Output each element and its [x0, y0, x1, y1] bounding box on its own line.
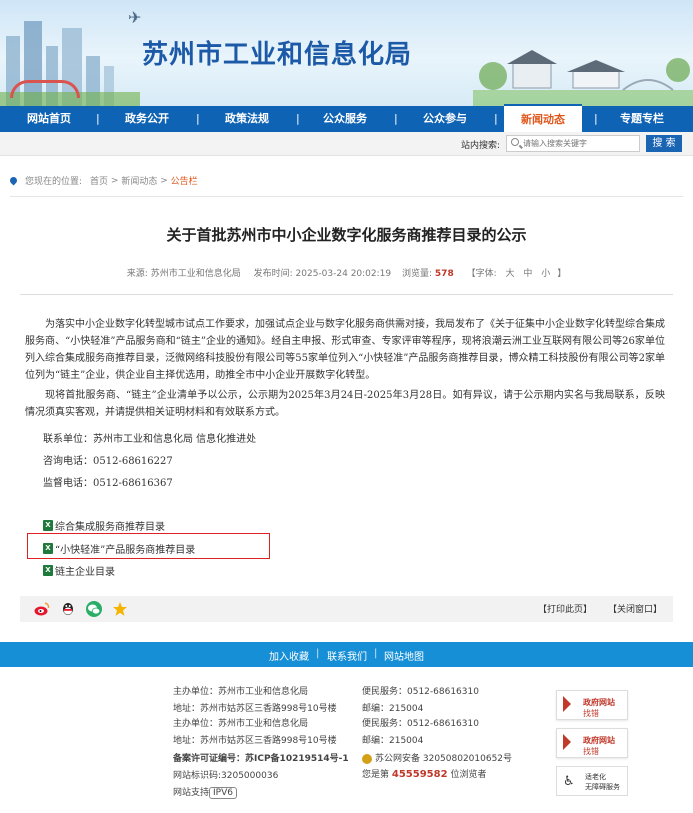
visitor-number: 45559582 — [391, 769, 448, 780]
police-badge-icon — [362, 753, 372, 764]
attachment-label[interactable]: 综合集成服务商推荐目录 — [55, 518, 165, 533]
footer-postcode: 邮编：215004 — [362, 736, 424, 746]
footer-link-sitemap[interactable]: 网站地图 — [384, 648, 424, 663]
footer-link-contact[interactable]: 联系我们 — [327, 648, 367, 663]
wheelchair-icon: ♿ — [563, 774, 575, 789]
divider — [10, 196, 683, 197]
print-page-link[interactable]: 【打印此页】 — [538, 602, 592, 615]
search-label: 站内搜索: — [461, 141, 501, 151]
footer-address: 地址：苏州市姑苏区三香路998号10号楼 — [173, 704, 337, 714]
breadcrumb-separator: > — [108, 175, 122, 186]
supervise-phone: 监督电话：0512-68616367 — [43, 478, 173, 489]
close-window-link[interactable]: 【关闭窗口】 — [608, 602, 662, 615]
source-value: 苏州市工业和信息化局 — [150, 269, 241, 279]
search-icon — [511, 138, 519, 146]
font-label: 【字体: — [466, 269, 497, 279]
search-box[interactable] — [506, 135, 640, 152]
font-large-button[interactable]: 大 — [506, 269, 515, 279]
qq-icon[interactable] — [60, 601, 76, 617]
location-pin-icon — [8, 175, 19, 186]
source-label: 来源: — [126, 269, 148, 279]
footer-host: 主办单位：苏州市工业和信息化局 — [173, 687, 309, 697]
article-paragraph-1: 为落实中小企业数字化转型城市试点工作要求，加强试点企业与数字化服务商供需对接，我… — [25, 319, 665, 381]
divider — [20, 294, 673, 295]
article-paragraph-2: 现将首批服务商、“链主”企业清单予以公示，公示期为2025年3月24日-2025… — [25, 390, 665, 418]
site-title: 苏州市工业和信息化局 — [142, 40, 413, 70]
font-close: 】 — [557, 269, 567, 279]
accessibility-service-badge[interactable]: ♿ 适老化 无障碍服务 — [556, 766, 628, 796]
time-value: 2025-03-24 20:02:19 — [295, 269, 392, 279]
nav-item-public-service[interactable]: 公众服务 — [318, 106, 372, 132]
weibo-icon[interactable] — [34, 601, 50, 617]
nav-separator: | — [196, 112, 200, 125]
wechat-icon[interactable] — [86, 601, 102, 617]
footer-postcode: 邮编：215004 — [362, 704, 424, 714]
share-bar: 【打印此页】 【关闭窗口】 — [20, 596, 673, 622]
nav-item-policies[interactable]: 政策法规 — [220, 106, 274, 132]
footer-icp[interactable]: 备案许可证编号：苏ICP备10219514号-1 — [173, 751, 349, 764]
views-value: 578 — [434, 269, 454, 279]
nav-separator: | — [594, 112, 598, 125]
search-input[interactable] — [523, 137, 637, 150]
red-flag-icon — [563, 734, 571, 750]
airplane-icon: ✈ — [128, 8, 142, 27]
excel-file-icon: X — [43, 520, 53, 531]
footer-host: 主办单位：苏州市工业和信息化局 — [173, 719, 309, 729]
footer-address: 地址：苏州市姑苏区三香路998号10号楼 — [173, 736, 337, 746]
nav-item-home[interactable]: 网站首页 — [22, 106, 76, 132]
footer-separator: | — [316, 648, 320, 659]
breadcrumb-current[interactable]: 公告栏 — [171, 174, 198, 187]
breadcrumb-home[interactable]: 首页 — [90, 174, 108, 187]
nav-item-news[interactable]: 新闻动态 — [504, 104, 582, 132]
footer-service: 便民服务：0512-68616310 — [362, 687, 479, 697]
excel-file-icon: X — [43, 565, 53, 576]
gov-site-error-badge[interactable]: 政府网站 找错 — [556, 728, 628, 758]
font-medium-button[interactable]: 中 — [523, 269, 532, 279]
gov-site-error-badge[interactable]: 政府网站 找错 — [556, 690, 628, 720]
site-banner: ✈ 苏州市工业和信息化局 — [0, 0, 693, 106]
search-bar: 站内搜索: 搜 索 — [0, 132, 693, 156]
ipv6-badge: IPV6 — [209, 787, 237, 799]
favorite-star-icon[interactable] — [112, 601, 128, 617]
main-nav: 网站首页 | 政务公开 | 政策法规 | 公众服务 | 公众参与 | 新闻动态 … — [0, 104, 693, 132]
nav-separator: | — [394, 112, 398, 125]
font-small-button[interactable]: 小 — [541, 269, 550, 279]
nav-separator: | — [494, 112, 498, 125]
article-meta: 来源: 苏州市工业和信息化局 发布时间: 2025-03-24 20:02:19… — [0, 266, 693, 279]
highlight-box — [27, 533, 270, 559]
nav-item-government-affairs[interactable]: 政务公开 — [120, 106, 174, 132]
breadcrumb-separator: > — [157, 175, 171, 186]
red-flag-icon — [563, 696, 571, 712]
footer-service: 便民服务：0512-68616310 — [362, 719, 479, 729]
footer-separator: | — [374, 648, 378, 659]
attachment-link[interactable]: X 链主企业目录 — [43, 563, 115, 578]
footer-police-record[interactable]: 苏公网安备 32050802010652号 — [362, 751, 512, 764]
time-label: 发布时间: — [253, 269, 293, 279]
article-title: 关于首批苏州市中小企业数字化服务商推荐目录的公示 — [166, 226, 527, 244]
footer-visitor-count: 您是第 45559582 位浏览者 — [362, 769, 487, 780]
breadcrumb: 您现在的位置: 首页 > 新闻动态 > 公告栏 — [8, 174, 198, 187]
views-label: 浏览量: — [402, 269, 433, 279]
nav-item-public-participation[interactable]: 公众参与 — [418, 106, 472, 132]
footer-ipv6: 网站支持 IPV6 — [173, 785, 237, 799]
contact-unit: 联系单位：苏州市工业和信息化局 信息化推进处 — [43, 434, 257, 445]
consult-phone: 咨询电话：0512-68616227 — [43, 456, 173, 467]
footer-links-bar: 加入收藏 | 联系我们 | 网站地图 — [0, 642, 693, 667]
garden-pagoda-illustration — [473, 50, 693, 106]
attachment-label[interactable]: 链主企业目录 — [55, 563, 115, 578]
city-skyline-illustration — [0, 16, 140, 106]
footer-site-id: 网站标识码:3205000036 — [173, 771, 279, 781]
breadcrumb-news[interactable]: 新闻动态 — [121, 174, 157, 187]
nav-separator: | — [96, 112, 100, 125]
nav-separator: | — [296, 112, 300, 125]
search-button[interactable]: 搜 索 — [646, 135, 682, 152]
attachment-link[interactable]: X 综合集成服务商推荐目录 — [43, 518, 165, 533]
nav-item-special-topics[interactable]: 专题专栏 — [614, 106, 670, 132]
footer-link-favorite[interactable]: 加入收藏 — [269, 648, 309, 663]
breadcrumb-prefix: 您现在的位置: — [25, 177, 83, 187]
